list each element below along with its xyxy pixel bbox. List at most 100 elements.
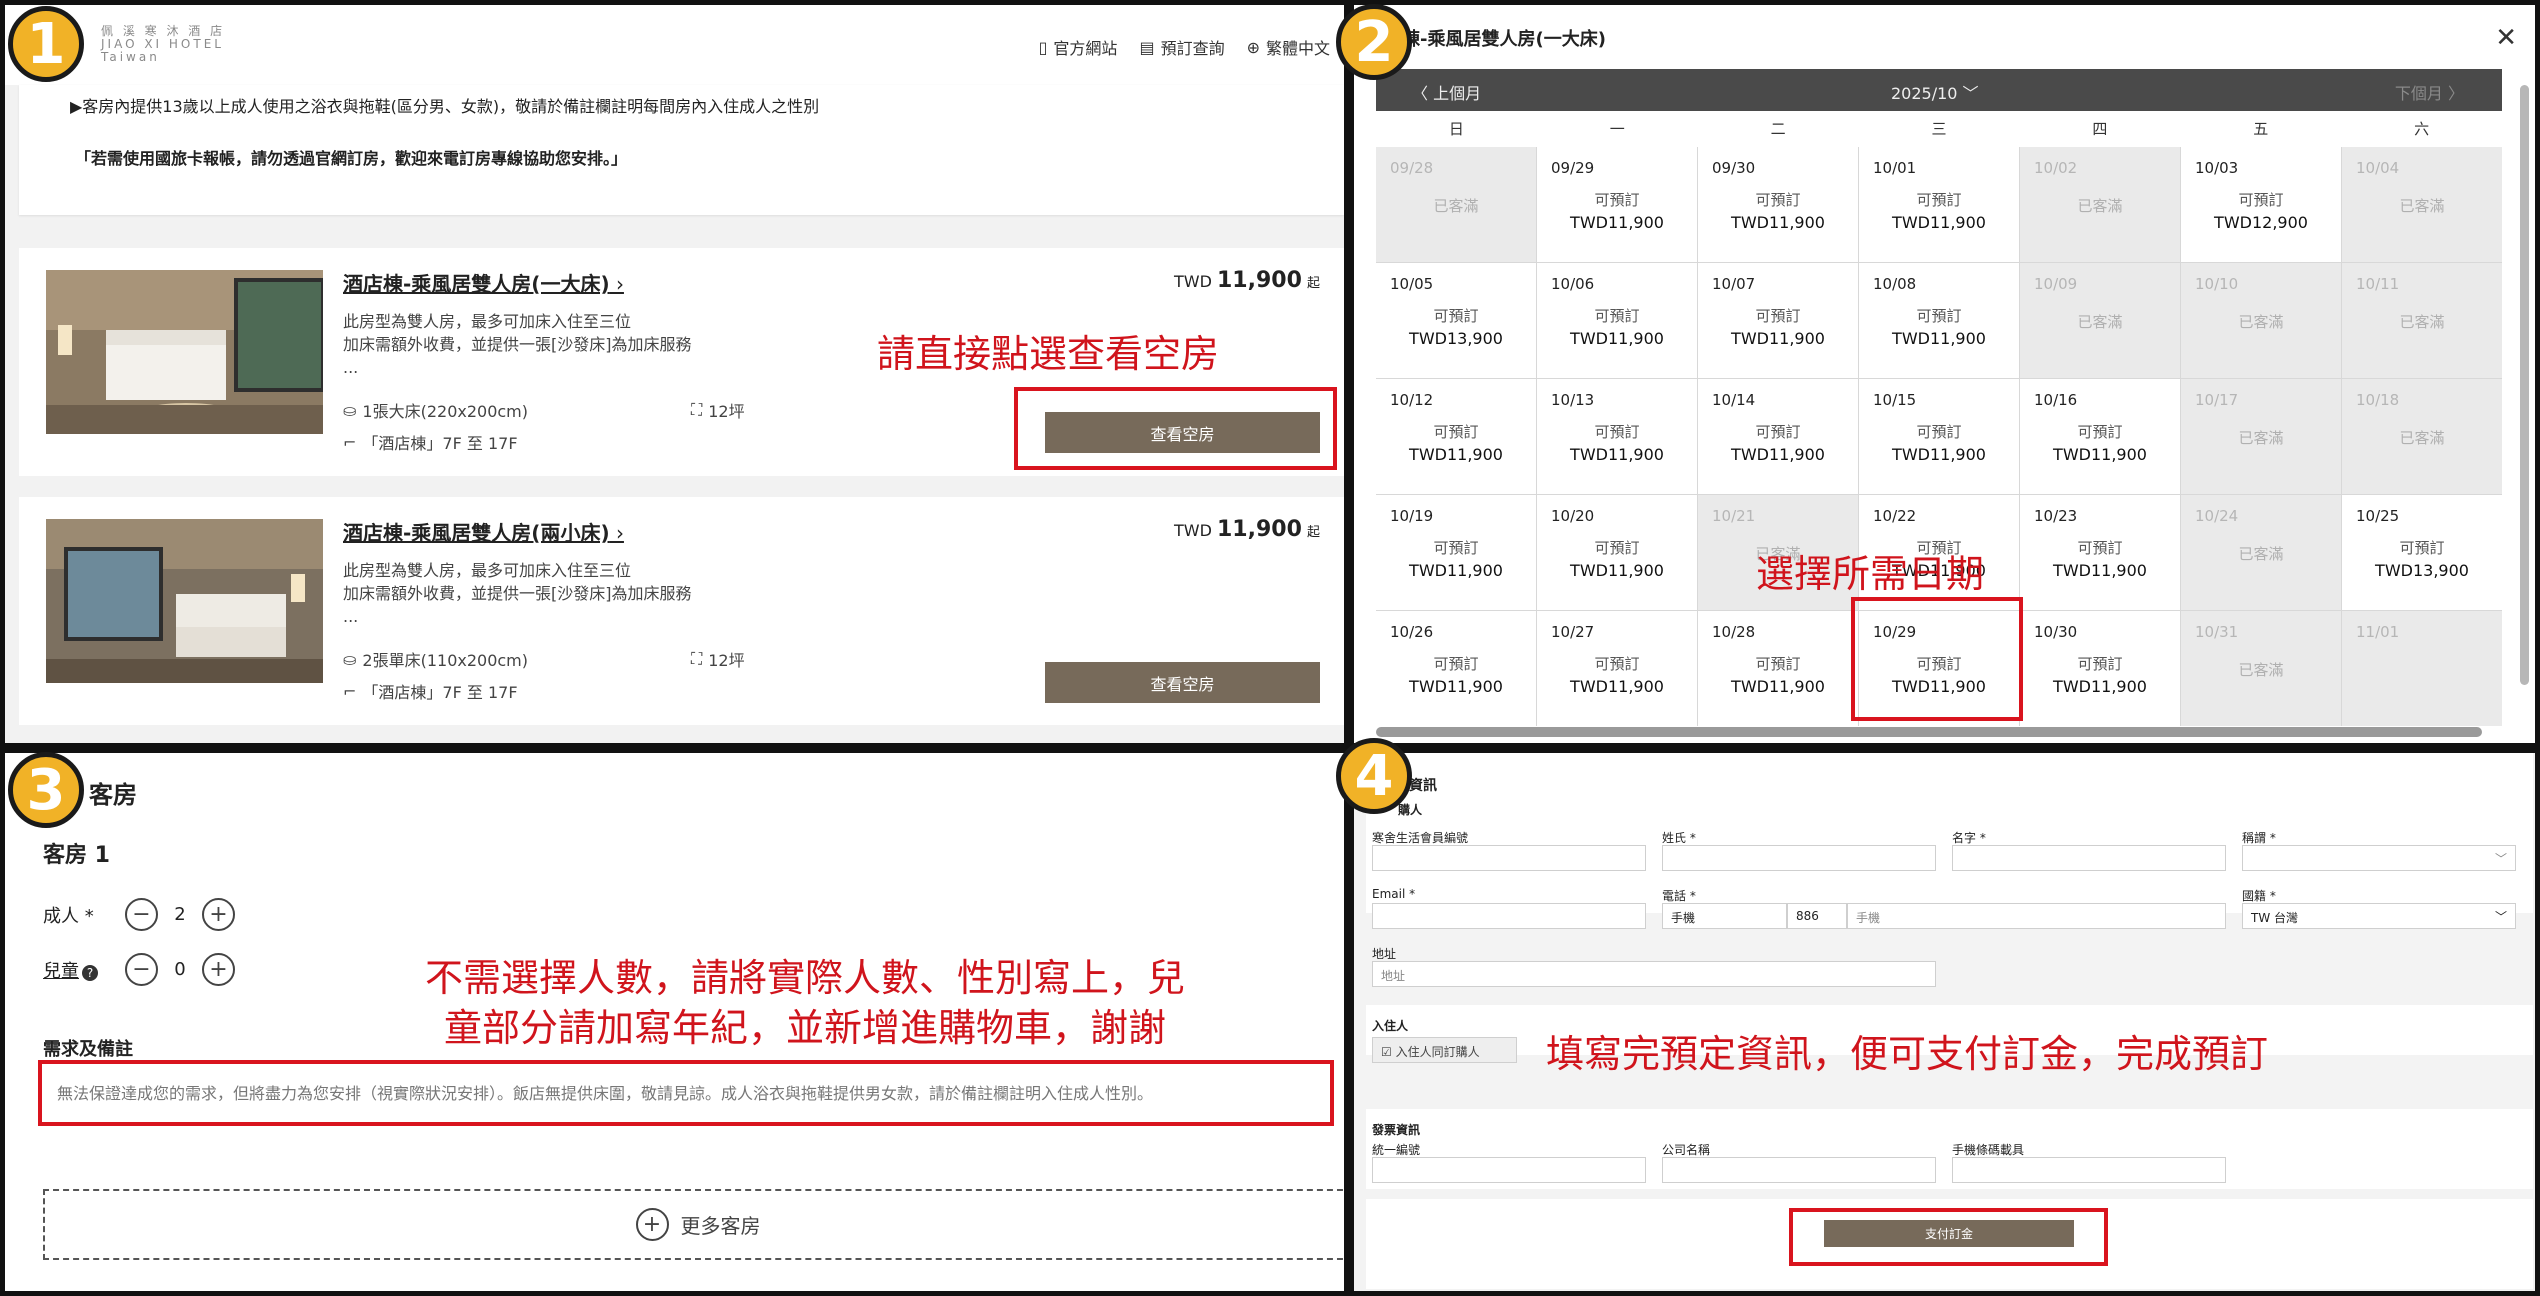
adult-count: 2	[174, 904, 186, 925]
month-selector[interactable]: 2025/10 ﹀	[1891, 80, 1979, 104]
salutation-select[interactable]: ﹀	[2242, 845, 2516, 871]
plus-icon[interactable]: +	[202, 898, 235, 931]
building-icon: ▯	[1038, 37, 1048, 57]
area-icon: ⛶	[691, 649, 703, 668]
tax-id-input[interactable]	[1372, 1157, 1646, 1183]
calendar-day[interactable]: 09/30 可預訂 TWD11,900	[1698, 147, 1858, 262]
calendar-day[interactable]: 10/19 可預訂 TWD11,900	[1376, 495, 1536, 610]
site-header: 佩 溪 寒 沐 酒 店 JIAO XI HOTEL Taiwan ▯ 官方網站 ▤…	[5, 5, 1344, 85]
day-price: TWD11,900	[1892, 213, 1986, 232]
day-date: 10/01	[1873, 159, 1917, 177]
vertical-scrollbar[interactable]	[2520, 85, 2529, 685]
member-number-input[interactable]	[1372, 845, 1646, 871]
calendar-day[interactable]: 10/12 可預訂 TWD11,900	[1376, 379, 1536, 494]
address-label: 地址	[1372, 947, 1397, 961]
guest-heading: 入住人	[1372, 1019, 1409, 1033]
size-info: ⛶ 12坪	[691, 400, 745, 421]
calendar-day[interactable]: 10/30 可預訂 TWD11,900	[2020, 611, 2180, 726]
day-date: 10/04	[2356, 159, 2400, 177]
next-month-button[interactable]: 下個月 〉	[2395, 80, 2464, 104]
available-label: 可預訂	[2077, 423, 2123, 441]
day-date: 10/03	[2195, 159, 2239, 177]
phone-type-select[interactable]: 手機	[1662, 903, 1787, 929]
phone-code-input[interactable]: 886	[1787, 903, 1847, 929]
calendar-day[interactable]: 10/07 可預訂 TWD11,900	[1698, 263, 1858, 378]
calendar-day[interactable]: 10/06 可預訂 TWD11,900	[1537, 263, 1697, 378]
language-selector[interactable]: ⊕ 繁體中文	[1247, 35, 1330, 59]
day-date: 10/07	[1712, 275, 1756, 293]
firstname-label: 名字 *	[1952, 831, 1986, 845]
horizontal-scrollbar[interactable]	[1376, 727, 2482, 737]
minus-icon[interactable]: −	[125, 953, 158, 986]
official-site-link[interactable]: ▯ 官方網站	[1039, 35, 1118, 59]
child-stepper: 兒童? − 0 +	[43, 953, 235, 986]
phone-input[interactable]: 手機	[1847, 903, 2226, 929]
room-photo[interactable]	[46, 519, 323, 683]
room-list-panel: 佩 溪 寒 沐 酒 店 JIAO XI HOTEL Taiwan ▯ 官方網站 ▤…	[0, 0, 1349, 748]
country-select[interactable]: TW 台灣 ﹀	[2242, 903, 2516, 929]
calendar-day[interactable]: 10/16 可預訂 TWD11,900	[2020, 379, 2180, 494]
weekday-header: 日一二三四五六	[1376, 111, 2502, 147]
email-input[interactable]	[1372, 903, 1646, 929]
calendar-day: 10/18 已客滿	[2342, 379, 2502, 494]
month-nav-bar: 〈 上個月 2025/10 ﹀ 下個月 〉	[1376, 69, 2502, 111]
calendar-day: 10/17 已客滿	[2181, 379, 2341, 494]
room-title[interactable]: 酒店棟-乘風居雙人房(一大床) ›	[343, 268, 624, 297]
help-icon[interactable]: ?	[82, 964, 98, 981]
day-price: TWD11,900	[2053, 677, 2147, 696]
prev-month-button[interactable]: 〈 上個月	[1412, 80, 1481, 104]
weekday-label: 三	[1931, 120, 1947, 138]
calendar-day[interactable]: 10/13 可預訂 TWD11,900	[1537, 379, 1697, 494]
calendar-day: 10/31 已客滿	[2181, 611, 2341, 726]
more-rooms-button[interactable]: + 更多客房	[43, 1189, 1344, 1260]
calendar-day[interactable]: 10/26 可預訂 TWD11,900	[1376, 611, 1536, 726]
same-as-buyer-checkbox[interactable]: ☑ 入住人同訂購人	[1372, 1037, 1517, 1063]
close-icon[interactable]: ✕	[2495, 23, 2517, 53]
day-date: 10/09	[2034, 275, 2078, 293]
day-date: 10/30	[2034, 623, 2078, 641]
day-date: 10/06	[1551, 275, 1595, 293]
calendar-day[interactable]: 10/05 可預訂 TWD13,900	[1376, 263, 1536, 378]
calendar-day[interactable]: 10/23 可預訂 TWD11,900	[2020, 495, 2180, 610]
booking-lookup-link[interactable]: ▤ 預訂查詢	[1139, 35, 1224, 59]
day-date: 10/18	[2356, 391, 2400, 409]
sold-out-label: 已客滿	[2399, 197, 2445, 215]
room-card: 酒店棟-乘風居雙人房(兩小床) › 此房型為雙人房，最多可加床入住至三位 加床需…	[19, 497, 1344, 725]
calendar-day[interactable]: 10/20 可預訂 TWD11,900	[1537, 495, 1697, 610]
day-date: 09/30	[1712, 159, 1756, 177]
minus-icon[interactable]: −	[125, 898, 158, 931]
calendar-day[interactable]: 10/01 可預訂 TWD11,900	[1859, 147, 2019, 262]
lastname-input[interactable]	[1662, 845, 1936, 871]
day-date: 10/22	[1873, 507, 1917, 525]
calendar-day[interactable]: 10/15 可預訂 TWD11,900	[1859, 379, 2019, 494]
company-input[interactable]	[1662, 1157, 1936, 1183]
available-label: 可預訂	[1594, 307, 1640, 325]
notice-line-2: 「若需使用國旅卡報帳，請勿透過官網訂房，歡迎來電訂房專線協助您安排。」	[75, 149, 628, 168]
firstname-input[interactable]	[1952, 845, 2226, 871]
day-date: 10/05	[1390, 275, 1434, 293]
calendar-day[interactable]: 10/28 可預訂 TWD11,900	[1698, 611, 1858, 726]
room-title[interactable]: 酒店棟-乘風居雙人房(兩小床) ›	[343, 517, 624, 546]
calendar-day[interactable]: 10/25 可預訂 TWD13,900	[2342, 495, 2502, 610]
calendar-day[interactable]: 10/14 可預訂 TWD11,900	[1698, 379, 1858, 494]
modal-title: 店棟-乘風居雙人房(一大床)	[1384, 29, 1606, 50]
plus-icon[interactable]: +	[202, 953, 235, 986]
calendar-day[interactable]: 10/27 可預訂 TWD11,900	[1537, 611, 1697, 726]
calendar-day: 10/04 已客滿	[2342, 147, 2502, 262]
step-badge-2: 2	[1336, 4, 1412, 80]
calendar-day[interactable]: 10/08 可預訂 TWD11,900	[1859, 263, 2019, 378]
calendar-day[interactable]: 09/29 可預訂 TWD11,900	[1537, 147, 1697, 262]
carrier-input[interactable]	[1952, 1157, 2226, 1183]
room-price: TWD 11,900 起	[1173, 517, 1320, 542]
hotel-logo[interactable]: 佩 溪 寒 沐 酒 店 JIAO XI HOTEL Taiwan	[101, 25, 225, 64]
day-date: 10/10	[2195, 275, 2239, 293]
view-availability-button[interactable]: 查看空房	[1045, 662, 1320, 703]
calendar-day[interactable]: 10/03 可預訂 TWD12,900	[2181, 147, 2341, 262]
address-input[interactable]: 地址	[1372, 961, 1936, 987]
room-photo[interactable]	[46, 270, 323, 434]
bed-info: ⛀ 2張單床(110x200cm)	[343, 649, 529, 671]
size-info: ⛶ 12坪	[691, 649, 745, 670]
sold-out-label: 已客滿	[1433, 197, 1479, 215]
sold-out-label: 已客滿	[2238, 429, 2284, 447]
annotation-click-view: 請直接點選查看空房	[877, 332, 1220, 376]
